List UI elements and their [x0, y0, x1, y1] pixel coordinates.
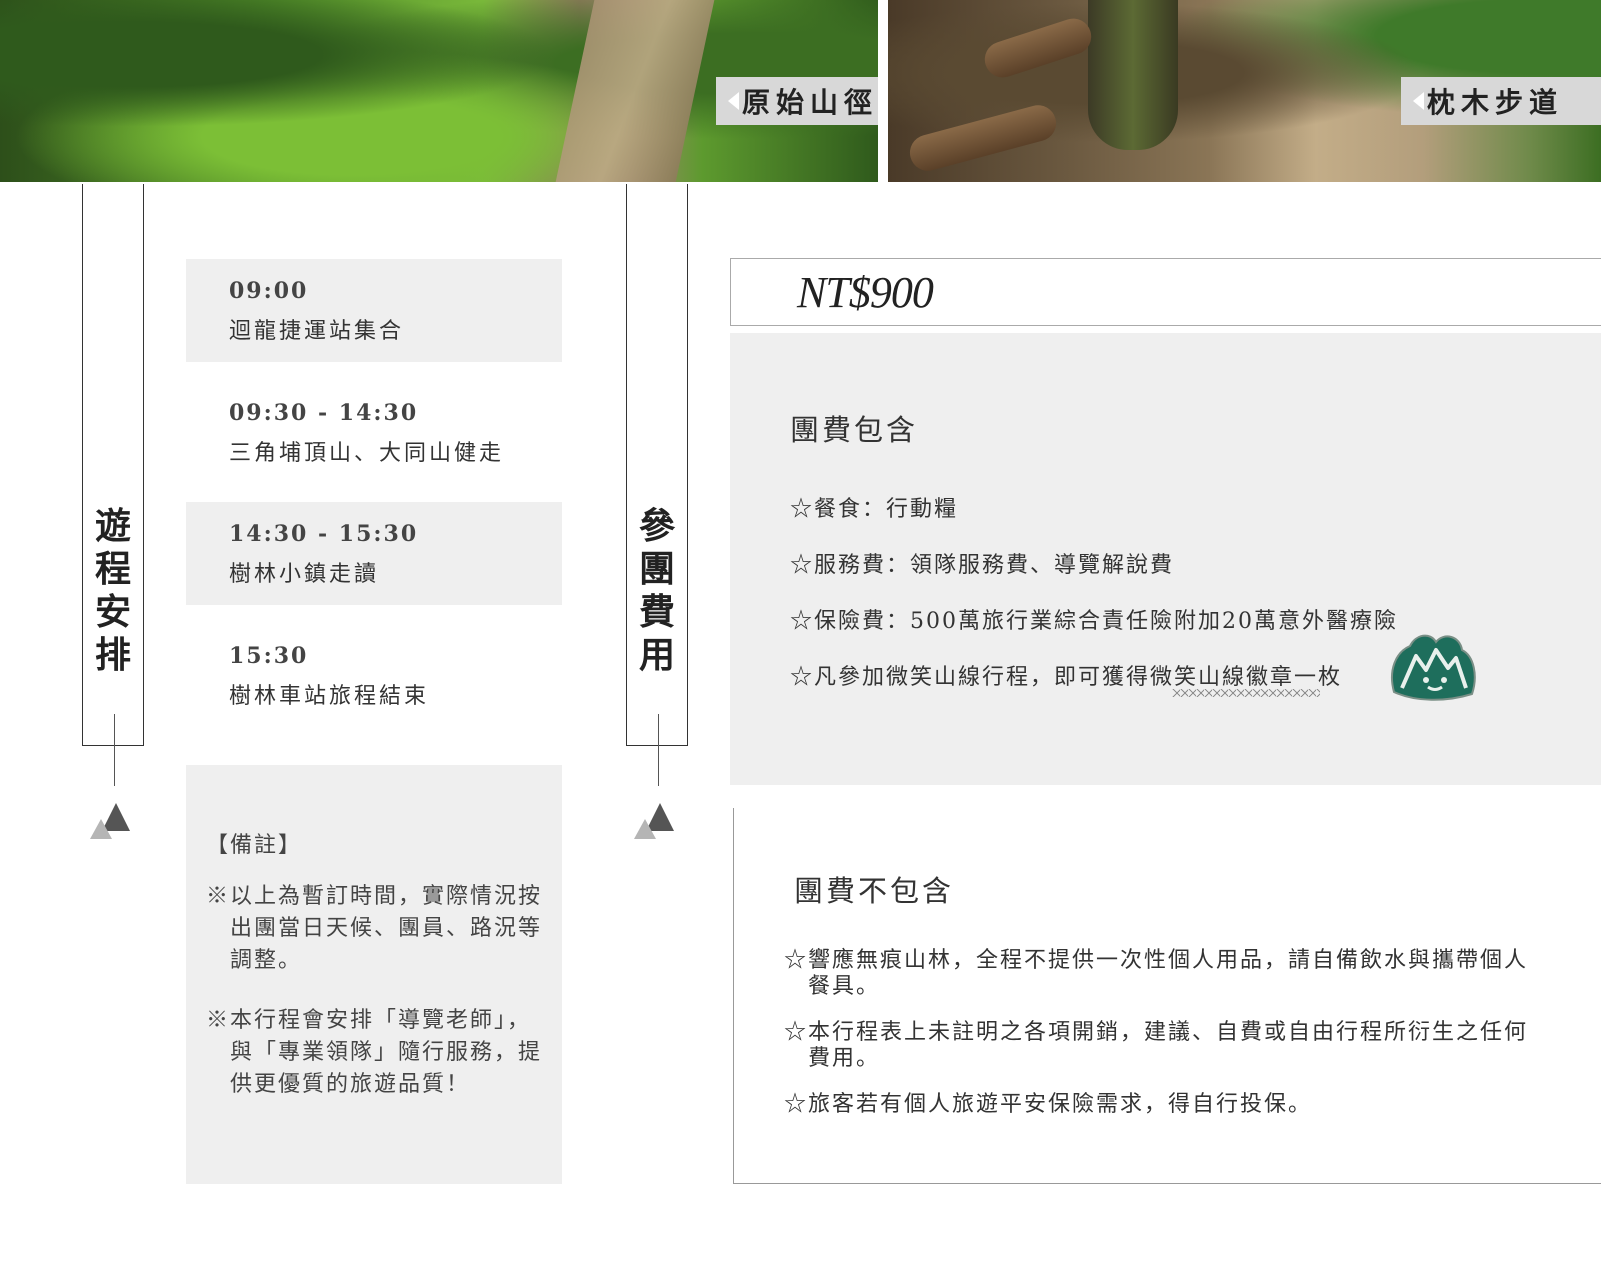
schedule-desc: 樹林車站旅程結束	[229, 684, 430, 709]
schedule-item: 09:00 迴龍捷運站集合	[186, 259, 562, 362]
schedule-time: 15:30	[229, 643, 309, 669]
fee-included-item: ☆餐食：行動糧	[790, 497, 959, 522]
log	[905, 101, 1061, 175]
label-char: 團	[638, 548, 675, 590]
tree-trunk	[1088, 0, 1178, 150]
schedule-item: 14:30 - 15:30 樹林小鎮走讀	[186, 502, 562, 605]
label-char: 程	[94, 548, 131, 590]
photo-sleeper-trail: 枕木步道	[888, 0, 1601, 182]
fee-included-item: ☆服務費：領隊服務費、導覽解說費	[790, 553, 1175, 578]
section-label-itinerary: 遊 程 安 排	[82, 184, 144, 746]
schedule-time: 09:00	[229, 278, 309, 304]
section-label-fee: 參 團 費 用	[626, 184, 688, 746]
mountain-icon-small	[634, 819, 656, 839]
smile-mountain-badge-icon	[1391, 634, 1476, 701]
schedule-time: 09:30 - 14:30	[229, 400, 419, 426]
label-char: 費	[638, 591, 675, 633]
fee-excluded-item: ☆旅客若有個人旅遊平安保險需求，得自行投保。	[784, 1092, 1313, 1117]
label-char: 安	[94, 591, 131, 633]
notes-heading: 【備註】	[206, 833, 303, 858]
note-item: ※以上為暫訂時間，實際情況按出團當日天候、團員、路況等調整。	[206, 884, 543, 973]
label-char: 排	[94, 634, 131, 676]
note-item: ※本行程會安排「導覽老師」，與「專業領隊」隨行服務，提供更優質的旅遊品質！	[206, 1008, 543, 1097]
mountain-icon-small	[90, 819, 112, 839]
fee-included-item: ☆凡參加微笑山線行程，即可獲得微笑山線徽章一枚	[790, 665, 1343, 690]
schedule-time: 14:30 - 15:30	[229, 521, 419, 547]
chevron-left-icon	[728, 92, 739, 110]
notes-panel: 【備註】 ※以上為暫訂時間，實際情況按出團當日天候、團員、路況等調整。 ※本行程…	[186, 765, 562, 1184]
label-stem-line	[114, 714, 115, 786]
wavy-underline	[1172, 689, 1320, 697]
label-stem-line	[658, 714, 659, 786]
photo-tag-sleeper-trail: 枕木步道	[1401, 77, 1601, 125]
log	[980, 13, 1096, 83]
photo-tag-label: 原始山徑	[742, 86, 878, 119]
label-char: 用	[638, 634, 675, 676]
photo-tag-original-trail: 原始山徑	[716, 77, 878, 125]
price-value: NT$900	[797, 268, 934, 317]
fee-included-item: ☆保險費：500萬旅行業綜合責任險附加20萬意外醫療險	[790, 609, 1398, 634]
schedule-desc: 樹林小鎮走讀	[229, 562, 380, 587]
trail-path	[555, 0, 715, 182]
fee-excluded-item: ☆本行程表上未註明之各項開銷，建議、自費或自由行程所衍生之任何費用。	[784, 1020, 1529, 1071]
schedule-item: 15:30 樹林車站旅程結束	[186, 624, 562, 727]
chevron-left-icon	[1413, 92, 1424, 110]
price-box: NT$900	[730, 258, 1601, 326]
label-char: 遊	[94, 505, 131, 547]
label-char: 參	[638, 505, 675, 547]
schedule-item: 09:30 - 14:30 三角埔頂山、大同山健走	[186, 381, 562, 484]
schedule-desc: 三角埔頂山、大同山健走	[229, 441, 505, 466]
photo-original-trail: 原始山徑	[0, 0, 878, 182]
fee-excluded-title: 團費不包含	[794, 874, 955, 908]
photo-tag-label: 枕木步道	[1427, 86, 1564, 119]
fee-included-panel: 團費包含 ☆餐食：行動糧 ☆服務費：領隊服務費、導覽解說費 ☆保險費：500萬旅…	[730, 333, 1601, 785]
fee-included-title: 團費包含	[790, 413, 919, 447]
fee-excluded-panel: 團費不包含 ☆響應無痕山林，全程不提供一次性個人用品，請自備飲水與攜帶個人餐具。…	[733, 808, 1601, 1184]
fee-excluded-item: ☆響應無痕山林，全程不提供一次性個人用品，請自備飲水與攜帶個人餐具。	[784, 948, 1529, 999]
schedule-desc: 迴龍捷運站集合	[229, 319, 405, 344]
